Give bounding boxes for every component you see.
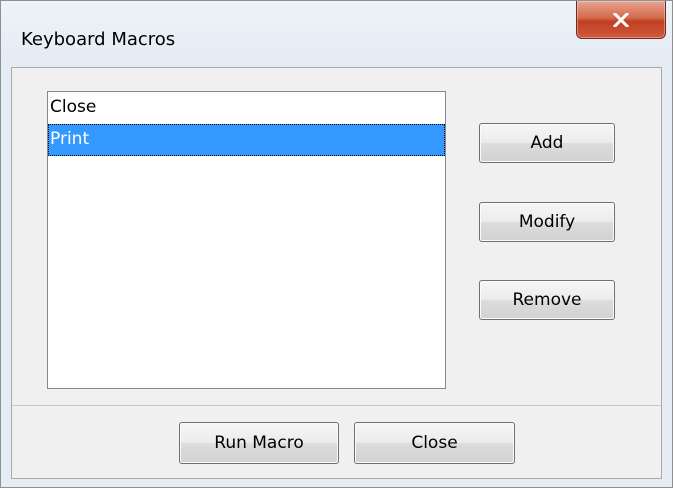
window-close-button[interactable] xyxy=(576,1,666,39)
window-title: Keyboard Macros xyxy=(21,29,176,50)
close-x-icon xyxy=(613,12,629,27)
dialog-footer: Run Macro Close xyxy=(12,405,661,478)
dialog-content: Close Print Add Modify Remove Run Macro … xyxy=(11,67,662,479)
macro-list-item-close[interactable]: Close xyxy=(48,92,445,124)
keyboard-macros-dialog: Keyboard Macros Close Print Add Modify R… xyxy=(0,0,673,488)
remove-button[interactable]: Remove xyxy=(479,280,615,320)
modify-button[interactable]: Modify xyxy=(479,202,615,242)
close-button[interactable]: Close xyxy=(354,422,515,464)
run-macro-button[interactable]: Run Macro xyxy=(179,422,339,464)
macro-list[interactable]: Close Print xyxy=(47,91,446,389)
add-button[interactable]: Add xyxy=(479,123,615,163)
title-bar[interactable]: Keyboard Macros xyxy=(1,1,672,67)
macro-list-item-print[interactable]: Print xyxy=(48,124,445,156)
